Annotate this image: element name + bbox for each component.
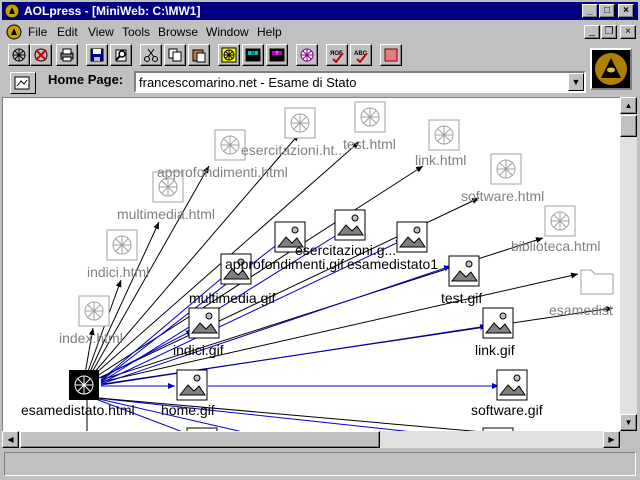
root-node-icon [69,370,99,400]
save-button[interactable] [86,44,108,66]
maximize-button[interactable]: □ [599,4,615,18]
status-bar [4,452,636,476]
node-software-gif[interactable]: software.gif [471,402,543,418]
chevron-down-icon[interactable]: ▼ [568,73,584,91]
node-test-gif[interactable]: test.gif [441,290,482,306]
node-biblioteca-html[interactable]: biblioteca.html [511,238,601,254]
save-icon [90,48,104,62]
link-check-button[interactable] [296,44,318,66]
node-home-gif[interactable]: home.gif [161,402,215,418]
page-check-button[interactable]: ЯOF [326,44,348,66]
aolpress-logo [590,48,632,90]
browse-mode-icon: N [245,48,261,62]
aolpress-app-icon[interactable] [4,3,20,19]
menu-edit[interactable]: Edit [57,25,78,39]
node-root[interactable]: esamedistato.html [21,402,135,418]
miniweb-doc-icon[interactable] [6,24,22,40]
node-approfondimenti-html[interactable]: approfondimenti.html [157,164,288,180]
aolpress-window: AOLpress - [MiniWeb: C:\MW1] _ □ × File … [0,0,640,480]
map-view-button[interactable] [218,44,240,66]
svg-text:N: N [251,51,255,57]
paste-icon [192,49,206,63]
node-link-gif[interactable]: link.gif [475,342,515,358]
scroll-right-icon[interactable]: ▶ [603,431,620,448]
copy-button[interactable] [164,44,186,66]
home-page-row: Home Page: francescomarino.net - Esame d… [2,70,588,94]
node-esercitazioni-html[interactable]: esercitazioni.ht... [241,142,346,158]
map-view-icon [221,47,237,63]
window-title: AOLpress - [MiniWeb: C:\MW1] [24,4,201,18]
open-web-button[interactable] [8,44,30,66]
cut-icon [144,48,158,62]
copy-icon [168,48,182,62]
vertical-scrollbar[interactable]: ▲ ▼ [620,97,637,431]
stop-icon [384,48,398,62]
home-page-icon [14,76,30,90]
site-map-canvas[interactable]: index.html indici.html multimedia.html a… [2,97,620,431]
edit-mode-button[interactable]: T [266,44,288,66]
scroll-down-icon[interactable]: ▼ [620,414,637,431]
menu-tools[interactable]: Tools [122,25,150,39]
cut-button[interactable] [140,44,162,66]
paste-button[interactable] [188,44,210,66]
horizontal-scrollbar[interactable]: ◀ ▶ [2,431,620,448]
spell-check-icon: ABC [354,51,368,63]
browse-mode-button[interactable]: N [242,44,264,66]
menu-bar: File Edit View Tools Browse Window Help … [2,22,638,42]
menu-file[interactable]: File [28,25,47,39]
node-esamedistato1[interactable]: esamedistato1 [347,256,438,272]
doc-minimize-button[interactable]: _ [584,25,600,39]
page-check-icon: ЯOF [330,51,344,63]
find-icon [115,49,127,62]
home-page-value: francescomarino.net - Esame di Stato [139,75,357,90]
close-web-icon [34,48,48,62]
scroll-left-icon[interactable]: ◀ [2,431,19,448]
home-page-select[interactable]: francescomarino.net - Esame di Stato ▼ [134,71,586,93]
scrollbar-corner [620,431,637,448]
scroll-up-icon[interactable]: ▲ [620,97,637,114]
link-check-icon [300,48,314,62]
node-indici-html[interactable]: indici.html [87,264,149,280]
stop-button[interactable] [380,44,402,66]
doc-close-button[interactable]: × [620,25,636,39]
node-link-html[interactable]: link.html [415,152,466,168]
toolbar: N T ЯOF ABC [2,42,638,68]
spell-check-button[interactable]: ABC [350,44,372,66]
open-web-icon [12,48,26,62]
node-index-html[interactable]: index.html [59,330,123,346]
horizontal-scroll-thumb[interactable] [20,431,380,448]
vertical-scroll-thumb[interactable] [620,115,637,137]
print-icon [60,48,74,62]
svg-text:T: T [275,51,278,57]
minimize-button[interactable]: _ [582,4,598,18]
node-test-html[interactable]: test.html [343,136,396,152]
title-bar: AOLpress - [MiniWeb: C:\MW1] _ □ × [2,2,638,20]
doc-restore-button[interactable]: ❐ [601,25,617,39]
node-approfondimenti-gif[interactable]: approfondimenti.gif [225,256,344,272]
menu-window[interactable]: Window [206,25,249,39]
node-multimedia-html[interactable]: multimedia.html [117,206,215,222]
node-multimedia-gif[interactable]: multimedia.gif [189,290,275,306]
node-indici-gif[interactable]: indici.gif [173,342,224,358]
menu-help[interactable]: Help [257,25,282,39]
node-software-html[interactable]: software.html [461,188,544,204]
pyramid-eye-icon [595,53,627,85]
node-esamedist-folder[interactable]: esamedist [549,302,613,318]
find-button[interactable] [110,44,132,66]
print-button[interactable] [56,44,78,66]
close-button[interactable]: × [618,4,634,18]
menu-view[interactable]: View [88,25,114,39]
home-page-button[interactable] [10,72,36,94]
home-page-label: Home Page: [48,72,124,87]
close-web-button[interactable] [30,44,52,66]
menu-browse[interactable]: Browse [158,25,198,39]
edit-mode-icon: T [269,48,285,62]
